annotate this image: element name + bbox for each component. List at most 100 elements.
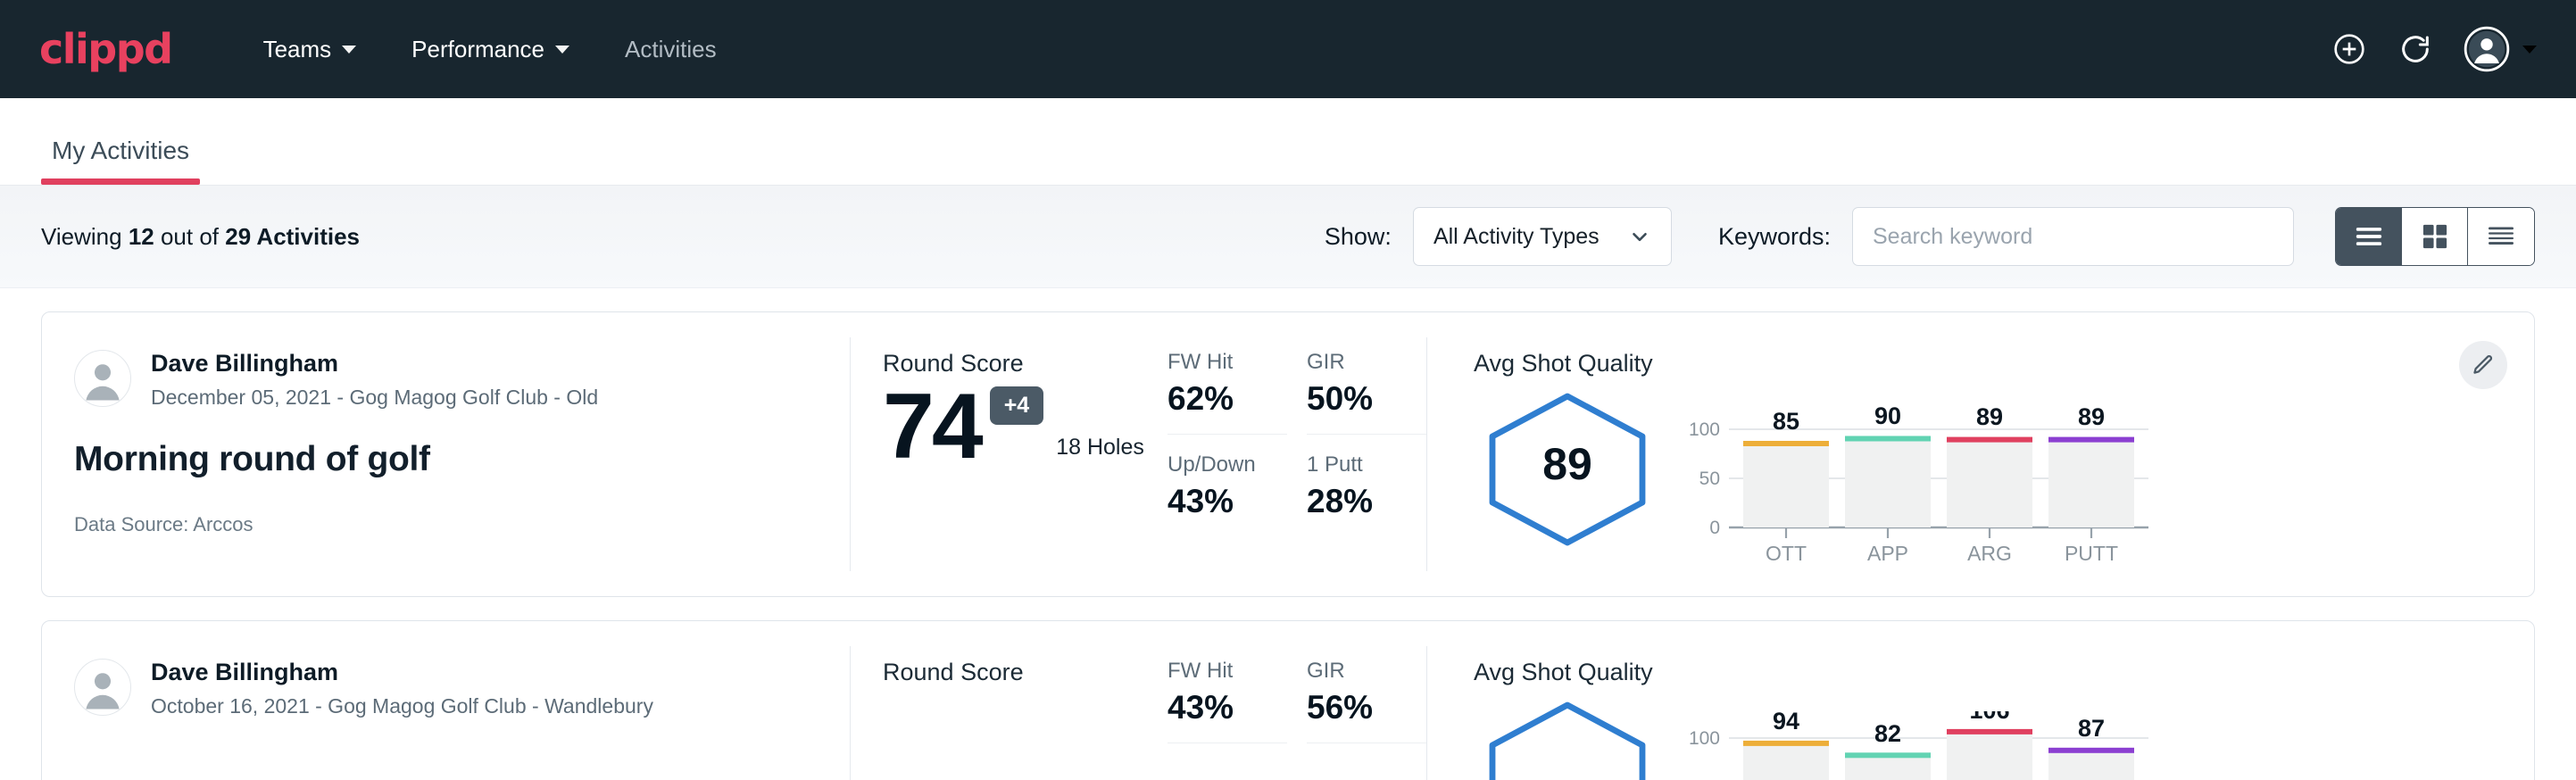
keywords-label: Keywords: xyxy=(1718,223,1831,251)
list-view-icon xyxy=(2354,225,2384,248)
stat-fw-hit: FW Hit 43% xyxy=(1168,659,1287,743)
stat-label: FW Hit xyxy=(1168,659,1287,684)
shot-quality-bar-chart: 100 50 0 94 82 106 xyxy=(1684,711,2157,780)
activity-title: Morning round of golf xyxy=(74,440,850,479)
avg-shot-quality-body: 89 100 50 0 85 xyxy=(1474,386,2534,577)
detail-view-button[interactable] xyxy=(2468,208,2534,265)
grid-view-button[interactable] xyxy=(2402,208,2468,265)
svg-text:82: 82 xyxy=(1874,720,1901,747)
svg-text:100: 100 xyxy=(1689,728,1720,749)
svg-text:ARG: ARG xyxy=(1967,542,2012,565)
activity-type-select-value: All Activity Types xyxy=(1433,224,1628,250)
stat-value: 43% xyxy=(1168,689,1287,726)
tab-my-activities[interactable]: My Activities xyxy=(41,137,200,185)
activity-card[interactable]: Dave Billingham December 05, 2021 - Gog … xyxy=(41,311,2535,597)
quality-hexagon xyxy=(1474,695,1661,780)
activity-type-select[interactable]: All Activity Types xyxy=(1413,207,1672,266)
svg-text:0: 0 xyxy=(1709,518,1720,538)
add-activity-button[interactable] xyxy=(2331,31,2367,67)
stat-value: 28% xyxy=(1307,483,1426,520)
detail-view-icon xyxy=(2486,224,2516,249)
svg-text:OTT: OTT xyxy=(1766,542,1807,565)
stat-up-down: Up/Down 43% xyxy=(1168,452,1287,536)
player-name: Dave Billingham xyxy=(151,659,653,686)
account-avatar-icon xyxy=(2464,26,2510,72)
player-identity: Dave Billingham October 16, 2021 - Gog M… xyxy=(151,659,653,718)
activity-summary: Dave Billingham October 16, 2021 - Gog M… xyxy=(42,621,850,780)
stats-section: FW Hit 43% GIR 56% xyxy=(1168,621,1426,780)
player-header: Dave Billingham October 16, 2021 - Gog M… xyxy=(74,659,850,718)
shot-quality-chart: 100 50 0 85 90 xyxy=(1684,386,2157,577)
show-label: Show: xyxy=(1325,223,1392,251)
filter-controls: Show: All Activity Types Keywords: xyxy=(1325,207,2294,266)
nav-item-activities[interactable]: Activities xyxy=(605,23,736,76)
nav-actions xyxy=(2331,26,2537,72)
svg-text:106: 106 xyxy=(1969,711,2009,724)
avg-shot-quality-label: Avg Shot Quality xyxy=(1474,350,2534,378)
search-input[interactable] xyxy=(1852,207,2294,266)
nav-item-performance[interactable]: Performance xyxy=(392,23,589,76)
activity-card-list: Dave Billingham December 05, 2021 - Gog … xyxy=(0,288,2576,780)
grid-view-icon xyxy=(2421,222,2449,251)
round-score-label: Round Score xyxy=(883,350,1168,378)
avg-shot-quality-label: Avg Shot Quality xyxy=(1474,659,2534,686)
stats-section: FW Hit 62% GIR 50% Up/Down 43% 1 Putt 28… xyxy=(1168,312,1426,596)
viewing-count-text: Viewing 12 out of 29 Activities xyxy=(41,223,360,251)
refresh-button[interactable] xyxy=(2397,31,2433,67)
nav-item-performance-label: Performance xyxy=(411,36,544,63)
viewing-mid: out of xyxy=(154,223,226,250)
svg-text:85: 85 xyxy=(1773,408,1799,435)
svg-text:90: 90 xyxy=(1874,402,1901,429)
svg-text:100: 100 xyxy=(1689,419,1720,440)
tab-bar: My Activities xyxy=(0,98,2576,186)
top-navigation-bar: clippd Teams Performance Activities xyxy=(0,0,2576,98)
svg-text:89: 89 xyxy=(2078,403,2105,430)
activity-summary: Dave Billingham December 05, 2021 - Gog … xyxy=(42,312,850,596)
stat-value: 56% xyxy=(1307,689,1426,726)
activity-card[interactable]: Dave Billingham October 16, 2021 - Gog M… xyxy=(41,620,2535,780)
round-score-section: Round Score xyxy=(851,621,1168,780)
nav-item-teams[interactable]: Teams xyxy=(244,23,377,76)
round-score-label: Round Score xyxy=(883,659,1168,686)
account-menu[interactable] xyxy=(2464,26,2537,72)
stat-one-putt: 1 Putt 28% xyxy=(1307,452,1426,536)
player-header: Dave Billingham December 05, 2021 - Gog … xyxy=(74,350,850,410)
filter-bar: Viewing 12 out of 29 Activities Show: Al… xyxy=(0,186,2576,288)
stat-value: 43% xyxy=(1168,483,1287,520)
svg-text:89: 89 xyxy=(1976,403,2003,430)
player-name: Dave Billingham xyxy=(151,350,598,378)
round-score-row: 74 +4 18 Holes xyxy=(883,383,1168,471)
edit-activity-button[interactable] xyxy=(2459,341,2507,389)
hexagon-icon xyxy=(1478,699,1657,780)
person-icon xyxy=(75,660,130,715)
stat-label: 1 Putt xyxy=(1307,452,1426,477)
activity-meta: October 16, 2021 - Gog Magog Golf Club -… xyxy=(151,694,653,718)
chevron-down-icon xyxy=(342,46,356,54)
view-mode-toggle xyxy=(2335,207,2535,266)
viewing-total: 29 Activities xyxy=(225,223,360,250)
stat-label: GIR xyxy=(1307,659,1426,684)
stats-grid: FW Hit 43% GIR 56% xyxy=(1168,659,1426,761)
stat-label: Up/Down xyxy=(1168,452,1287,477)
chevron-down-icon xyxy=(2522,46,2537,54)
svg-text:87: 87 xyxy=(2078,715,2105,742)
svg-text:50: 50 xyxy=(1699,469,1720,489)
activity-meta: December 05, 2021 - Gog Magog Golf Club … xyxy=(151,386,598,410)
quality-score-value: 89 xyxy=(1474,438,1661,490)
app-logo[interactable]: clippd xyxy=(39,25,172,73)
list-view-button[interactable] xyxy=(2336,208,2402,265)
pencil-icon xyxy=(2471,353,2496,378)
svg-text:94: 94 xyxy=(1773,711,1799,734)
person-icon xyxy=(75,351,130,406)
nav-item-teams-label: Teams xyxy=(263,36,332,63)
viewing-prefix: Viewing xyxy=(41,223,129,250)
chevron-down-icon xyxy=(1628,225,1651,248)
shot-quality-chart: 100 50 0 94 82 106 xyxy=(1684,695,2157,780)
round-score-section: Round Score 74 +4 18 Holes xyxy=(851,312,1168,596)
chevron-down-icon xyxy=(555,46,569,54)
stats-grid: FW Hit 62% GIR 50% Up/Down 43% 1 Putt 28… xyxy=(1168,350,1426,536)
nav-item-activities-label: Activities xyxy=(625,36,717,63)
shot-quality-bar-chart: 100 50 0 85 90 xyxy=(1684,402,2157,572)
stat-fw-hit: FW Hit 62% xyxy=(1168,350,1287,435)
quality-hexagon: 89 xyxy=(1474,386,1661,552)
